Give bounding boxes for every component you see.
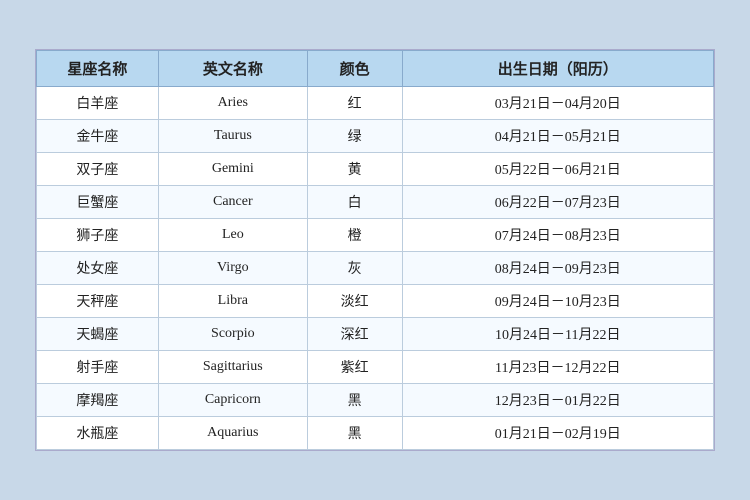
table-row: 双子座Gemini黄05月22日－06月21日 <box>37 153 714 186</box>
cell-chinese: 射手座 <box>37 351 159 384</box>
table-row: 射手座Sagittarius紫红11月23日－12月22日 <box>37 351 714 384</box>
cell-chinese: 水瓶座 <box>37 417 159 450</box>
cell-chinese: 处女座 <box>37 252 159 285</box>
table-header-row: 星座名称 英文名称 颜色 出生日期（阳历） <box>37 51 714 87</box>
cell-chinese: 摩羯座 <box>37 384 159 417</box>
cell-english: Cancer <box>158 186 307 219</box>
cell-english: Taurus <box>158 120 307 153</box>
cell-chinese: 金牛座 <box>37 120 159 153</box>
header-date: 出生日期（阳历） <box>402 51 713 87</box>
table-row: 天秤座Libra淡红09月24日－10月23日 <box>37 285 714 318</box>
table-row: 白羊座Aries红03月21日－04月20日 <box>37 87 714 120</box>
cell-date: 09月24日－10月23日 <box>402 285 713 318</box>
cell-date: 05月22日－06月21日 <box>402 153 713 186</box>
cell-english: Aries <box>158 87 307 120</box>
cell-chinese: 白羊座 <box>37 87 159 120</box>
cell-chinese: 巨蟹座 <box>37 186 159 219</box>
cell-color: 淡红 <box>307 285 402 318</box>
table-row: 天蝎座Scorpio深红10月24日－11月22日 <box>37 318 714 351</box>
cell-date: 10月24日－11月22日 <box>402 318 713 351</box>
cell-date: 03月21日－04月20日 <box>402 87 713 120</box>
cell-english: Aquarius <box>158 417 307 450</box>
cell-color: 深红 <box>307 318 402 351</box>
cell-english: Capricorn <box>158 384 307 417</box>
cell-chinese: 双子座 <box>37 153 159 186</box>
table-row: 巨蟹座Cancer白06月22日－07月23日 <box>37 186 714 219</box>
cell-english: Libra <box>158 285 307 318</box>
cell-color: 黑 <box>307 384 402 417</box>
cell-color: 灰 <box>307 252 402 285</box>
cell-color: 红 <box>307 87 402 120</box>
cell-english: Virgo <box>158 252 307 285</box>
cell-date: 11月23日－12月22日 <box>402 351 713 384</box>
cell-color: 紫红 <box>307 351 402 384</box>
table-row: 狮子座Leo橙07月24日－08月23日 <box>37 219 714 252</box>
cell-chinese: 天蝎座 <box>37 318 159 351</box>
table-row: 处女座Virgo灰08月24日－09月23日 <box>37 252 714 285</box>
cell-chinese: 天秤座 <box>37 285 159 318</box>
table-row: 水瓶座Aquarius黑01月21日－02月19日 <box>37 417 714 450</box>
cell-color: 黄 <box>307 153 402 186</box>
cell-date: 08月24日－09月23日 <box>402 252 713 285</box>
cell-english: Gemini <box>158 153 307 186</box>
cell-color: 黑 <box>307 417 402 450</box>
cell-chinese: 狮子座 <box>37 219 159 252</box>
table-row: 金牛座Taurus绿04月21日－05月21日 <box>37 120 714 153</box>
cell-english: Scorpio <box>158 318 307 351</box>
table-body: 白羊座Aries红03月21日－04月20日金牛座Taurus绿04月21日－0… <box>37 87 714 450</box>
cell-date: 06月22日－07月23日 <box>402 186 713 219</box>
zodiac-table: 星座名称 英文名称 颜色 出生日期（阳历） 白羊座Aries红03月21日－04… <box>36 50 714 450</box>
cell-color: 白 <box>307 186 402 219</box>
table-row: 摩羯座Capricorn黑12月23日－01月22日 <box>37 384 714 417</box>
cell-color: 绿 <box>307 120 402 153</box>
cell-date: 01月21日－02月19日 <box>402 417 713 450</box>
header-color: 颜色 <box>307 51 402 87</box>
cell-date: 12月23日－01月22日 <box>402 384 713 417</box>
cell-date: 04月21日－05月21日 <box>402 120 713 153</box>
zodiac-table-wrapper: 星座名称 英文名称 颜色 出生日期（阳历） 白羊座Aries红03月21日－04… <box>35 49 715 451</box>
cell-date: 07月24日－08月23日 <box>402 219 713 252</box>
cell-english: Leo <box>158 219 307 252</box>
cell-english: Sagittarius <box>158 351 307 384</box>
cell-color: 橙 <box>307 219 402 252</box>
header-english: 英文名称 <box>158 51 307 87</box>
header-chinese: 星座名称 <box>37 51 159 87</box>
